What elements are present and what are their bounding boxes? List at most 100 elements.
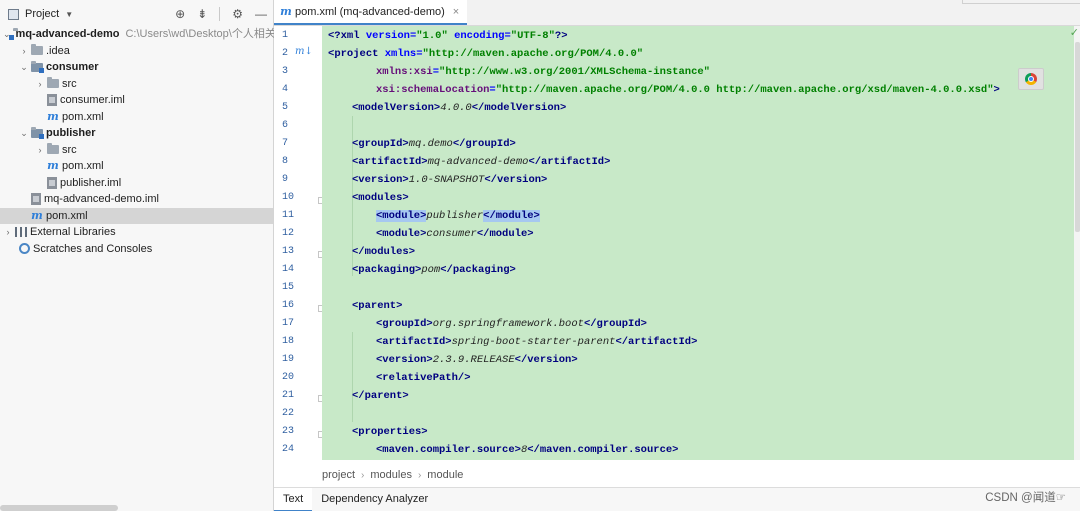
breadcrumb-item[interactable]: module [427,469,463,481]
xml-token: "http://maven.apache.org/POM/4.0.0" [422,48,644,60]
chevron-down-icon[interactable]: ▼ [65,10,73,19]
line-number: 23 [282,426,295,437]
iml-file-icon [47,94,57,107]
xml-token: encoding [447,30,505,42]
tree-item-publisher-pom[interactable]: m pom.xml [0,158,273,175]
code-line-16: <parent> [352,297,402,315]
breadcrumb-item[interactable]: project [322,469,355,481]
tree-item-label: src [62,143,77,156]
xml-token: xmlns:xsi [376,66,433,78]
code-line-8: <artifactId>mq-advanced-demo</artifactId… [352,153,610,171]
code-line-1: <?xml version="1.0" encoding="UTF-8"?> [328,27,568,45]
tab-text[interactable]: Text [274,487,313,511]
xml-value: mq.demo [408,138,453,150]
tree-item-publisher-iml[interactable]: publisher.iml [0,175,273,192]
tree-item-scratches[interactable]: Scratches and Consoles [0,241,273,258]
project-path: C:\Users\wd\Desktop\个人相关\ [125,28,279,41]
xml-tag: </packaging> [440,264,516,276]
line-number: 7 [282,138,289,149]
tree-item-label: pom.xml [62,110,104,123]
collapse-arrow-icon[interactable]: › [3,224,13,240]
code-line-12: <module>consumer</module> [376,225,534,243]
gear-icon[interactable]: ⚙ [232,7,243,21]
tree-item-consumer-pom[interactable]: m pom.xml [0,109,273,126]
scratch-icon [19,243,30,255]
xml-tag: </groupId> [583,318,647,330]
minimize-icon[interactable]: — [255,7,267,21]
tree-item-idea[interactable]: › .idea [0,43,273,60]
project-tree: ⌄ mq-advanced-demo C:\Users\wd\Desktop\个… [0,26,279,258]
xml-tag: </artifactId> [528,156,611,168]
check-icon: ✓ [1069,27,1079,39]
tree-item-label: .idea [46,44,70,57]
panel-toolbar: ⊕ ⇟ ⚙ — [175,7,267,21]
tree-item-consumer-iml[interactable]: consumer.iml [0,92,273,109]
xml-tag: <parent> [352,300,403,312]
tree-item-publisher[interactable]: ⌄ publisher [0,125,273,142]
code-line-24: <maven.compiler.source>8</maven.compiler… [376,441,678,459]
folder-icon [31,44,43,56]
editor-tab-bar: m pom.xml (mq-advanced-demo) × [274,0,1080,26]
xml-tag: <modelVersion> [352,102,441,114]
collapse-arrow-icon[interactable]: › [19,43,29,59]
tab-dependency-analyzer[interactable]: Dependency Analyzer [312,488,437,511]
code-line-23: <properties> [352,423,428,441]
editor-bottom-tabs: Text Dependency Analyzer [274,487,1080,511]
collapse-all-icon[interactable]: ⇟ [197,7,207,21]
xml-token: xsi:schemaLocation [376,84,490,96]
close-icon[interactable]: × [453,6,459,18]
tree-item-mq-advanced-demo[interactable]: ⌄ mq-advanced-demo C:\Users\wd\Desktop\个… [0,26,279,43]
xml-value: pom [421,264,441,276]
collapse-arrow-icon[interactable]: › [35,142,45,158]
xml-value: 4.0.0 [440,102,472,114]
code-line-5: <modelVersion>4.0.0</modelVersion> [352,99,566,117]
breadcrumb-item[interactable]: modules [370,469,412,481]
xml-value: spring-boot-starter-parent [451,336,616,348]
line-number: 16 [282,300,295,311]
editor-gutter: 1 2 3 4 5 6 7 8 9 10 11 12 13 14 15 16 1… [274,26,341,460]
xml-value: publisher [426,210,484,222]
locate-icon[interactable]: ⊕ [175,7,185,21]
tree-item-root-iml[interactable]: mq-advanced-demo.iml [0,191,273,208]
tree-item-root-pom[interactable]: m pom.xml [0,207,273,224]
horizontal-scrollbar[interactable] [0,505,118,511]
folder-icon [47,143,59,155]
xml-tag: <modules> [352,192,409,204]
expand-arrow-icon[interactable]: ⌄ [19,125,29,141]
xml-token: "http://maven.apache.org/POM/4.0.0 http:… [495,84,994,96]
code-line-4: xsi:schemaLocation="http://maven.apache.… [376,81,1000,99]
module-folder-icon [31,126,44,139]
iml-file-icon [31,193,41,206]
code-editor[interactable]: <?xml version="1.0" encoding="UTF-8"?> <… [322,26,1074,460]
maven-icon: m [31,208,43,222]
tree-item-publisher-src[interactable]: › src [0,142,273,159]
code-line-11: <module>publisher</module> [376,207,540,225]
tree-item-external-libraries[interactable]: › External Libraries [0,224,273,241]
xml-token: "1.0" [416,30,448,42]
tree-item-consumer-src[interactable]: › src [0,76,273,93]
xml-tag: </artifactId> [615,336,698,348]
xml-value: mq-advanced-demo [427,156,529,168]
editor: m pom.xml (mq-advanced-demo) × 1 2 3 4 5… [274,0,1080,511]
xml-tag: <version> [376,354,433,366]
collapse-arrow-icon[interactable]: › [35,76,45,92]
xml-tag: </maven.compiler.source> [527,444,679,456]
xml-token: <? [328,30,341,42]
tree-item-label: Scratches and Consoles [33,242,153,255]
project-view-selector[interactable]: Project [25,8,59,20]
tab-bar-end [962,0,1080,4]
code-line-3: xmlns:xsi="http://www.w3.org/2001/XMLSch… [376,63,710,81]
tree-item-consumer[interactable]: ⌄ consumer [0,59,273,76]
expand-arrow-icon[interactable]: ⌄ [19,59,29,75]
xml-token: "UTF-8" [510,30,555,42]
tab-pom-xml[interactable]: m pom.xml (mq-advanced-demo) × [274,0,468,25]
xml-token: > [993,84,1000,96]
project-view-icon [8,8,19,20]
xml-tag: <artifactId> [352,156,428,168]
maven-gutter-icon[interactable]: m↓ [295,46,313,57]
toolbar-divider [219,7,221,21]
open-in-browser-button[interactable] [1018,68,1044,90]
maven-icon: m [47,159,59,173]
editor-scrollbar-thumb[interactable] [1075,42,1080,232]
line-number: 10 [282,192,295,203]
